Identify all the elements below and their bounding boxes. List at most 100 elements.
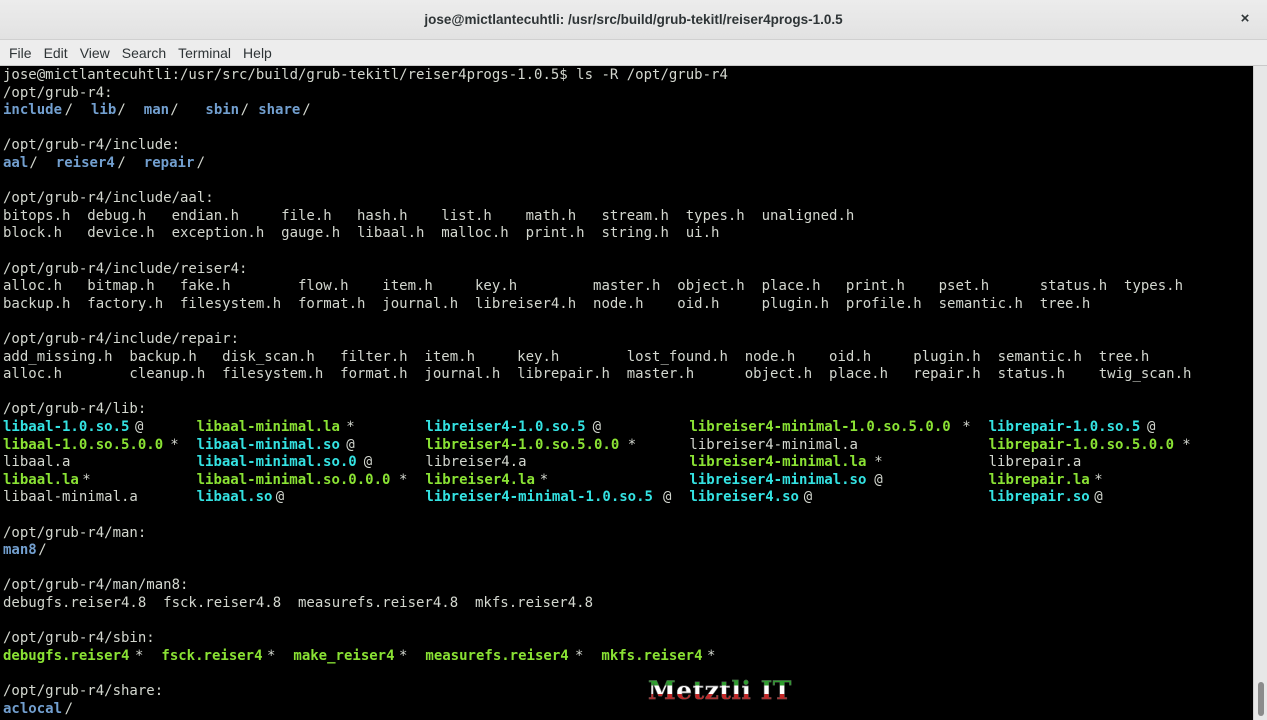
terminal-line: /opt/grub-r4/include/aal: (3, 190, 214, 207)
executable-entry: libaal-minimal.so.0.0.0 (196, 471, 391, 488)
terminal-line: alloc.h cleanup.h filesystem.h format.h … (3, 366, 1192, 383)
symlink-entry: librepair-1.0.so.5 (988, 419, 1141, 435)
executable-entry: librepair.la (988, 471, 1090, 488)
file-entry: @ (592, 419, 602, 435)
terminal-line: /opt/grub-r4/man: (3, 524, 147, 541)
executable-entry: mkfs.reiser4 (601, 647, 703, 664)
symlink-entry: libaal-minimal.so.0 (196, 454, 357, 471)
executable-entry: libaal-minimal.la (196, 419, 340, 435)
symlink-entry: libaal-minimal.so (196, 436, 340, 453)
symlink-entry: libreiser4.so (689, 489, 799, 506)
file-entry: * (170, 436, 179, 453)
directory-entry: reiser4 (55, 155, 115, 171)
terminal-line: /opt/grub-r4/share: (3, 683, 164, 699)
terminal-window: jose@mictlantecuhtli: /usr/src/build/gru… (0, 0, 1267, 720)
menu-terminal[interactable]: Terminal (172, 40, 237, 66)
file-entry: * (539, 471, 549, 488)
file-entry: / (117, 102, 126, 119)
symlink-entry: libreiser4-minimal.so (689, 471, 867, 488)
menu-bar: File Edit View Search Terminal Help (0, 40, 1267, 66)
terminal-line: /opt/grub-r4/include/reiser4: (3, 260, 248, 277)
file-entry: @ (346, 436, 355, 453)
file-entry: @ (363, 454, 373, 471)
directory-entry: aal (3, 155, 29, 171)
executable-entry: libreiser4-minimal-1.0.so.5.0.0 (689, 419, 951, 435)
file-entry: libaal-minimal.a (3, 489, 138, 506)
file-entry: libreiser4.a (425, 454, 527, 471)
file-entry: / (196, 155, 206, 171)
file-entry: * (707, 647, 716, 664)
file-entry: * (627, 436, 637, 453)
file-entry: @ (663, 489, 672, 506)
directory-entry: lib (91, 102, 117, 119)
executable-entry: libaal.la (3, 471, 79, 488)
terminal-output[interactable]: jose@mictlantecuhtli:/usr/src/build/grub… (0, 66, 1253, 720)
executable-entry: librepair-1.0.so.5.0.0 (988, 436, 1175, 453)
menu-edit[interactable]: Edit (38, 40, 74, 66)
file-entry: libaal.a (3, 454, 71, 471)
file-entry: * (135, 647, 144, 664)
executable-entry: measurefs.reiser4 (425, 647, 569, 664)
terminal-line: jose@mictlantecuhtli:/usr/src/build/grub… (3, 67, 728, 83)
window-title: jose@mictlantecuhtli: /usr/src/build/gru… (424, 12, 843, 27)
close-icon[interactable]: × (1235, 9, 1255, 29)
executable-entry: libaal-1.0.so.5.0.0 (3, 436, 164, 453)
menu-search[interactable]: Search (116, 40, 172, 66)
file-entry: * (346, 419, 355, 435)
menu-help[interactable]: Help (237, 40, 278, 66)
file-entry: / (170, 102, 179, 119)
directory-entry: share (258, 102, 301, 119)
executable-entry: make_reiser4 (293, 647, 395, 664)
vertical-scrollbar[interactable] (1253, 66, 1267, 720)
terminal-line: backup.h factory.h filesystem.h format.h… (3, 295, 1091, 312)
executable-entry: debugfs.reiser4 (3, 647, 130, 664)
terminal-line: bitops.h debug.h endian.h file.h hash.h … (3, 207, 855, 224)
file-entry: / (240, 102, 250, 119)
menu-view[interactable]: View (74, 40, 116, 66)
terminal-line: debugfs.reiser4.8 fsck.reiser4.8 measure… (3, 595, 594, 611)
terminal-line: block.h device.h exception.h gauge.h lib… (3, 225, 720, 242)
terminal-line: /opt/grub-r4/include/repair: (3, 331, 240, 347)
file-entry: * (1182, 436, 1191, 453)
file-entry: @ (1147, 419, 1156, 435)
file-entry: / (29, 155, 38, 171)
terminal-line: alloc.h bitmap.h fake.h flow.h item.h ke… (3, 278, 1184, 295)
file-entry: * (399, 471, 408, 488)
symlink-entry: libreiser4-minimal-1.0.so.5 (425, 489, 653, 506)
executable-entry: libreiser4-1.0.so.5.0.0 (425, 436, 620, 453)
scrollbar-thumb[interactable] (1258, 682, 1264, 716)
terminal-line: /opt/grub-r4/man/man8: (3, 577, 189, 594)
directory-entry: aclocal (3, 700, 63, 717)
title-bar[interactable]: jose@mictlantecuhtli: /usr/src/build/gru… (0, 0, 1267, 40)
symlink-entry: libaal-1.0.so.5 (3, 419, 130, 435)
file-entry: @ (803, 489, 813, 506)
file-entry: * (399, 647, 408, 664)
menu-file[interactable]: File (3, 40, 38, 66)
executable-entry: fsck.reiser4 (161, 647, 263, 664)
executable-entry: libreiser4.la (425, 471, 535, 488)
file-entry: * (874, 454, 883, 471)
file-entry: @ (275, 489, 285, 506)
symlink-entry: libaal.so (196, 489, 273, 506)
file-entry: / (64, 102, 74, 119)
file-entry: * (267, 647, 276, 664)
symlink-entry: libreiser4-1.0.so.5 (425, 419, 586, 435)
directory-entry: man (143, 102, 170, 119)
directory-entry: include (3, 102, 63, 119)
file-entry: @ (1094, 489, 1103, 506)
file-entry: librepair.a (988, 454, 1082, 471)
file-entry: / (302, 102, 311, 119)
terminal-line: /opt/grub-r4/lib: (3, 401, 147, 418)
file-entry: / (117, 155, 126, 171)
directory-entry: man8 (3, 542, 37, 559)
terminal-line: add_missing.h backup.h disk_scan.h filte… (3, 348, 1150, 365)
file-entry: * (575, 647, 584, 664)
file-entry: / (38, 542, 47, 559)
directory-entry: sbin (205, 102, 240, 119)
watermark-text: Metztli IT (648, 676, 792, 705)
file-entry: * (1094, 471, 1103, 488)
file-entry: @ (135, 419, 144, 435)
symlink-entry: librepair.so (988, 489, 1090, 506)
executable-entry: libreiser4-minimal.la (689, 454, 867, 471)
directory-entry: repair (143, 155, 195, 171)
